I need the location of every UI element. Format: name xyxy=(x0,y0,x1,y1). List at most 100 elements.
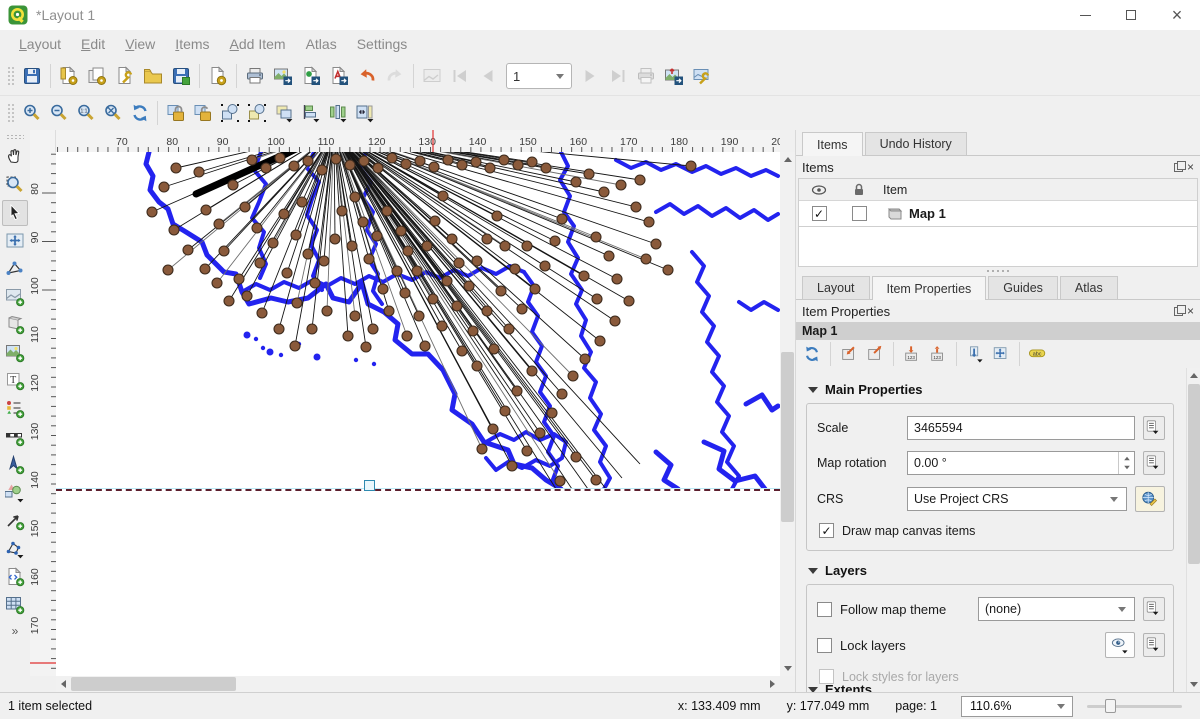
scroll-down-arrow[interactable] xyxy=(780,661,795,676)
menu-atlas[interactable]: Atlas xyxy=(297,33,346,55)
save-as-template-button[interactable] xyxy=(167,62,195,90)
select-crs-button[interactable] xyxy=(1135,486,1165,512)
add-label-button[interactable]: T xyxy=(2,368,28,394)
zoom-in-button[interactable] xyxy=(18,100,45,127)
properties-scrollbar[interactable] xyxy=(1186,368,1200,692)
visible-layers-button[interactable] xyxy=(1105,632,1135,658)
load-template-button[interactable] xyxy=(204,62,232,90)
lock-layers-checkbox[interactable] xyxy=(817,638,832,653)
zoom-slider-track[interactable] xyxy=(1087,705,1182,708)
select-move-item-button[interactable] xyxy=(2,200,28,226)
toolbar-grip[interactable] xyxy=(7,103,15,123)
add-attribute-table-button[interactable] xyxy=(2,592,28,618)
move-item-content-button[interactable] xyxy=(2,228,28,254)
add-html-button[interactable] xyxy=(2,564,28,590)
undo-button[interactable] xyxy=(353,62,381,90)
export-image-button[interactable] xyxy=(269,62,297,90)
menu-edit[interactable]: Edit xyxy=(72,33,114,55)
tab-atlas[interactable]: Atlas xyxy=(1060,276,1118,299)
scroll-left-arrow[interactable] xyxy=(56,676,71,692)
panel-splitter[interactable] xyxy=(796,267,1200,274)
print-atlas-button[interactable] xyxy=(632,62,660,90)
toolbar-overflow-chevron[interactable]: » xyxy=(12,624,19,638)
menu-layout[interactable]: Layout xyxy=(10,33,70,55)
export-pdf-button[interactable] xyxy=(325,62,353,90)
add-arrow-button[interactable] xyxy=(2,508,28,534)
scale-input[interactable]: 3465594 xyxy=(907,416,1135,440)
align-items-dropdown[interactable] xyxy=(297,100,324,127)
tab-guides[interactable]: Guides xyxy=(988,276,1058,299)
refresh-view-button[interactable] xyxy=(126,100,153,127)
ungroup-items-button[interactable] xyxy=(243,100,270,127)
draw-canvas-items-checkbox[interactable]: ✓ xyxy=(819,523,834,538)
close-button[interactable]: × xyxy=(1154,0,1200,30)
maximize-button[interactable] xyxy=(1108,0,1154,30)
canvas-vertical-scrollbar[interactable] xyxy=(780,152,795,676)
last-feature-button[interactable] xyxy=(604,62,632,90)
zoom-level-combo[interactable]: 110.6% xyxy=(961,696,1073,717)
menu-view[interactable]: View xyxy=(116,33,164,55)
zoom-full-button[interactable] xyxy=(99,100,126,127)
add-scalebar-button[interactable] xyxy=(2,424,28,450)
zoom-out-button[interactable] xyxy=(45,100,72,127)
zoom-tool-button[interactable] xyxy=(2,172,28,198)
close-panel-icon[interactable]: × xyxy=(1187,162,1194,172)
redo-button[interactable] xyxy=(381,62,409,90)
edit-nodes-item-button[interactable] xyxy=(2,256,28,282)
duplicate-layout-button[interactable] xyxy=(83,62,111,90)
tab-items[interactable]: Items xyxy=(802,132,863,156)
add-items-from-template-button[interactable] xyxy=(139,62,167,90)
layout-manager-button[interactable] xyxy=(111,62,139,90)
menu-items[interactable]: Items xyxy=(166,33,218,55)
new-layout-button[interactable] xyxy=(55,62,83,90)
pan-tool-button[interactable] xyxy=(2,144,28,170)
theme-data-defined-button[interactable] xyxy=(1143,597,1165,621)
rotation-data-defined-button[interactable] xyxy=(1143,451,1165,475)
map-theme-combo[interactable]: (none) xyxy=(978,597,1135,621)
zoom-slider-knob[interactable] xyxy=(1105,699,1116,713)
lock-checkbox[interactable] xyxy=(852,206,867,221)
export-svg-button[interactable] xyxy=(297,62,325,90)
follow-map-theme-checkbox[interactable] xyxy=(817,602,832,617)
set-map-extent-to-canvas-button[interactable] xyxy=(837,342,861,366)
labeling-settings-button[interactable]: abc xyxy=(1026,342,1050,366)
minimize-button[interactable] xyxy=(1062,0,1108,30)
tab-item-properties[interactable]: Item Properties xyxy=(872,276,987,300)
extents-header[interactable]: Extents xyxy=(808,682,872,692)
distribute-items-dropdown[interactable] xyxy=(324,100,351,127)
add-map-button[interactable] xyxy=(2,284,28,310)
zoom-slider[interactable] xyxy=(1087,697,1182,715)
map-item[interactable] xyxy=(56,152,780,489)
scrollbar-thumb[interactable] xyxy=(781,352,794,522)
tab-undo-history[interactable]: Undo History xyxy=(865,132,967,155)
float-panel-icon[interactable] xyxy=(1174,163,1183,172)
atlas-feature-combo[interactable]: 1 xyxy=(506,63,572,89)
close-panel-icon[interactable]: × xyxy=(1187,306,1194,316)
add-north-arrow-button[interactable] xyxy=(2,452,28,478)
canvas-horizontal-scrollbar[interactable] xyxy=(56,676,780,692)
print-layout-button[interactable] xyxy=(241,62,269,90)
atlas-settings-button[interactable] xyxy=(688,62,716,90)
float-panel-icon[interactable] xyxy=(1174,307,1183,316)
tab-layout[interactable]: Layout xyxy=(802,276,870,299)
unlock-all-button[interactable] xyxy=(189,100,216,127)
add-shape-dropdown[interactable] xyxy=(2,480,28,506)
scroll-up-arrow[interactable] xyxy=(1187,368,1200,383)
set-canvas-to-map-scale-button[interactable]: 123 xyxy=(926,342,950,366)
map-resize-handle[interactable] xyxy=(364,480,375,491)
map-rotation-spinbox[interactable]: 0.00 ° xyxy=(907,451,1135,475)
previous-feature-button[interactable] xyxy=(474,62,502,90)
scroll-right-arrow[interactable] xyxy=(765,676,780,692)
spinbox-arrows[interactable] xyxy=(1118,452,1134,474)
main-properties-header[interactable]: Main Properties xyxy=(808,382,1190,397)
layout-canvas[interactable] xyxy=(56,152,780,676)
menu-settings[interactable]: Settings xyxy=(348,33,417,55)
save-project-button[interactable] xyxy=(18,62,46,90)
scrollbar-thumb[interactable] xyxy=(71,677,236,691)
zoom-actual-size-button[interactable]: 1:1 xyxy=(72,100,99,127)
toolbar-grip[interactable] xyxy=(7,66,15,86)
first-feature-button[interactable] xyxy=(446,62,474,90)
raise-items-dropdown[interactable] xyxy=(270,100,297,127)
next-feature-button[interactable] xyxy=(576,62,604,90)
move-map-content-button[interactable] xyxy=(989,342,1013,366)
